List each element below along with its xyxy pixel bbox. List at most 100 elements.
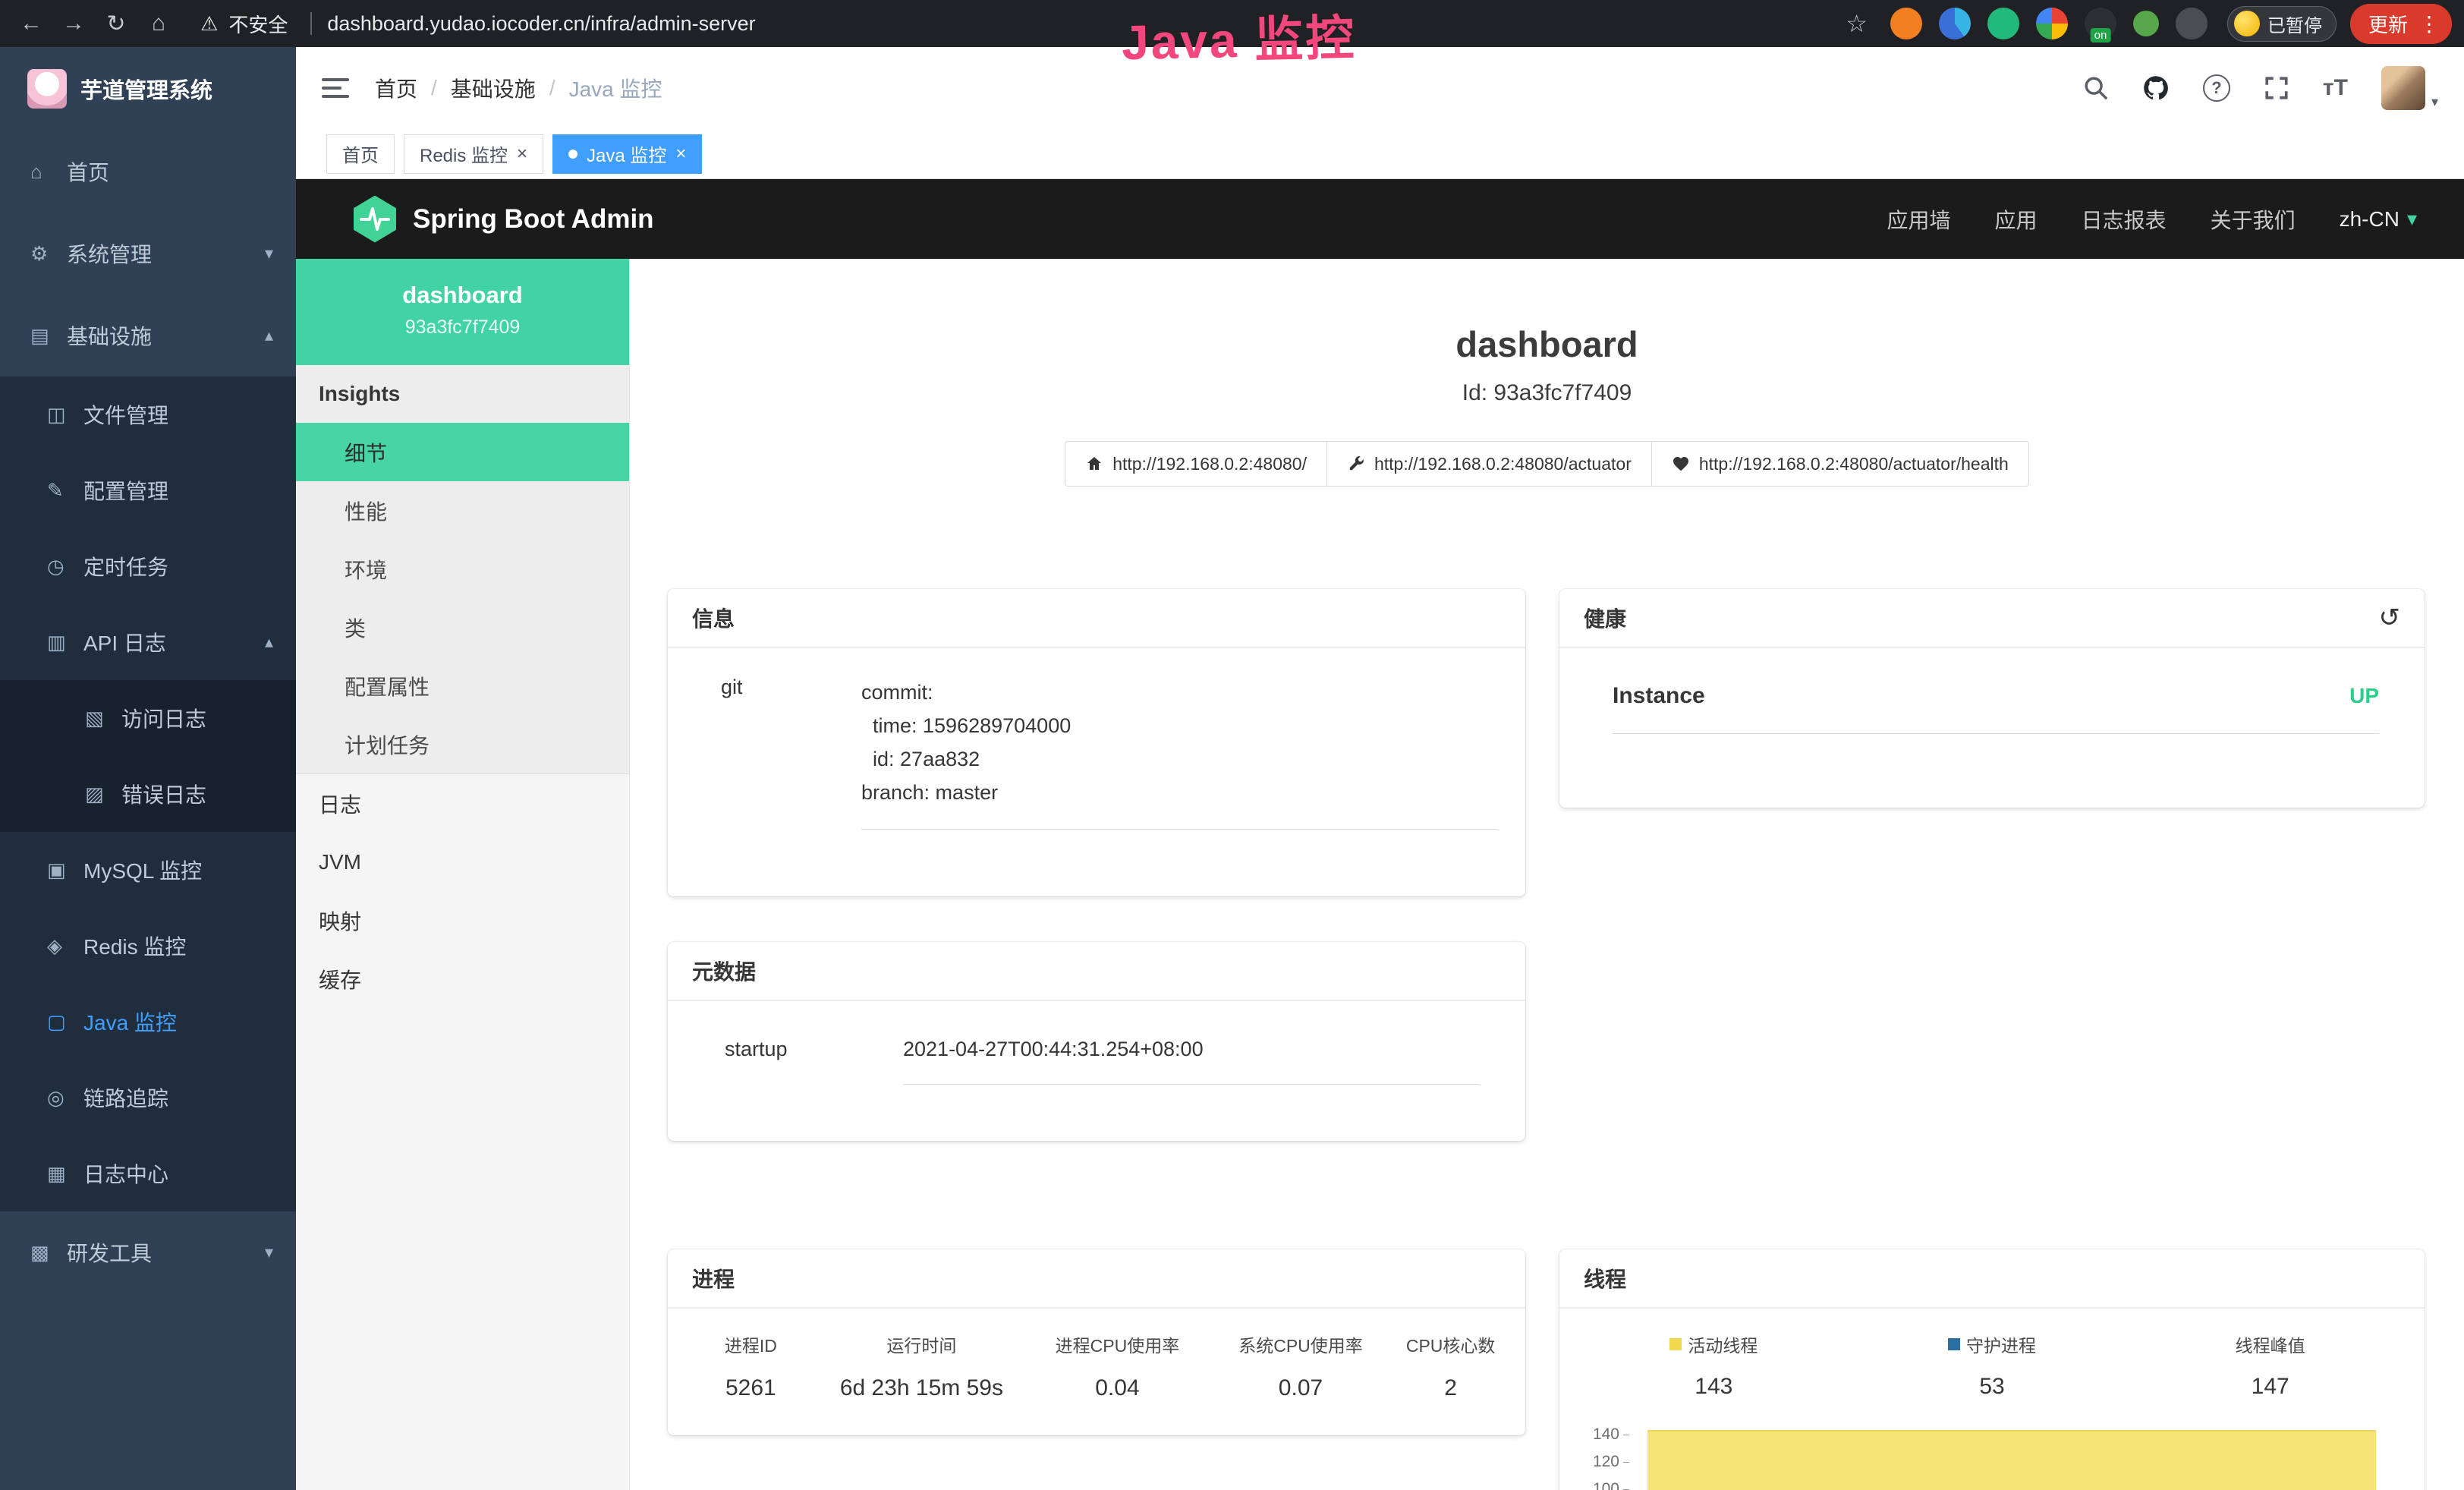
sba-nav-journal[interactable]: 日志报表: [2082, 204, 2167, 235]
sba-nav-mappings[interactable]: 映射: [296, 891, 629, 950]
infrastructure-icon: ▤: [30, 324, 67, 348]
sba-header: Spring Boot Admin 应用墙 应用 日志报表 关于我们 zh-CN…: [296, 179, 2464, 259]
sba-nav-details[interactable]: 细节: [296, 423, 629, 481]
instance-header[interactable]: dashboard 93a3fc7f7409: [296, 259, 629, 365]
tab-redis-monitor[interactable]: Redis 监控 ×: [404, 134, 543, 174]
app-window: 芋道管理系统 ⌂ 首页 ⚙ 系统管理 ▾ ▤ 基础设施 ▴ ◫ 文件管理 ✎: [0, 47, 2464, 1490]
actuator-url-button[interactable]: http://192.168.0.2:48080/actuator: [1326, 441, 1652, 487]
sba-nav-scheduled-tasks[interactable]: 计划任务: [296, 715, 629, 773]
sba-language-select[interactable]: zh-CN ▾: [2340, 207, 2417, 232]
tab-label: 首页: [342, 140, 379, 167]
sba-nav-environment[interactable]: 环境: [296, 540, 629, 598]
sba-section-insights[interactable]: Insights: [296, 365, 629, 423]
sidebar-item-mysql-monitor[interactable]: ▣ MySQL 监控: [0, 832, 296, 908]
green-leaf-extension-icon[interactable]: [2133, 11, 2159, 36]
multicolor-extension-icon[interactable]: [2036, 8, 2068, 39]
sidebar-menu: ⌂ 首页 ⚙ 系统管理 ▾ ▤ 基础设施 ▴ ◫ 文件管理 ✎ 配置管理: [0, 131, 296, 1293]
hamburger-icon[interactable]: [322, 77, 349, 99]
sidebar-item-api-logs[interactable]: ▥ API 日志 ▴: [0, 604, 296, 680]
breadcrumb-home[interactable]: 首页: [375, 73, 417, 103]
service-url-button[interactable]: http://192.168.0.2:48080/: [1065, 441, 1327, 487]
sidebar-item-log-center[interactable]: ▦ 日志中心: [0, 1136, 296, 1211]
sidebar-item-infrastructure[interactable]: ▤ 基础设施 ▴: [0, 295, 296, 376]
close-icon[interactable]: ×: [675, 143, 686, 165]
kebab-menu-icon[interactable]: ⋮: [2418, 11, 2440, 36]
sba-nav-logs[interactable]: 日志: [296, 774, 629, 833]
bookmark-star-icon[interactable]: ☆: [1846, 9, 1868, 38]
app-logo[interactable]: 芋道管理系统: [0, 47, 296, 131]
forward-icon[interactable]: →: [55, 11, 93, 36]
blue-extension-icon[interactable]: [1939, 8, 1971, 39]
orange-extension-icon[interactable]: [1890, 8, 1922, 39]
health-url-button[interactable]: http://192.168.0.2:48080/actuator/health: [1651, 441, 2029, 487]
sba-nav-metrics[interactable]: 性能: [296, 481, 629, 540]
process-pid-col: 进程ID 5261: [680, 1331, 822, 1401]
sidebar-item-dev-tools[interactable]: ▩ 研发工具 ▾: [0, 1211, 296, 1293]
close-icon[interactable]: ×: [517, 143, 527, 165]
breadcrumb: 首页 / 基础设施 / Java 监控: [375, 73, 662, 103]
sba-nav-applications[interactable]: 应用: [1995, 204, 2038, 235]
sidebar-item-scheduled-jobs[interactable]: ◷ 定时任务: [0, 528, 296, 604]
breadcrumb-infrastructure[interactable]: 基础设施: [451, 73, 536, 103]
instance-links: http://192.168.0.2:48080/ http://192.168…: [630, 441, 2464, 487]
font-size-icon[interactable]: тT: [2323, 75, 2348, 101]
sidebar-item-redis-monitor[interactable]: ◈ Redis 监控: [0, 908, 296, 984]
back-icon[interactable]: ←: [12, 11, 50, 36]
git-commit-line: commit:: [861, 676, 1498, 709]
fullscreen-icon[interactable]: [2264, 75, 2289, 101]
user-menu[interactable]: ▾: [2381, 66, 2438, 110]
chevron-up-icon: ▴: [265, 632, 273, 652]
help-icon[interactable]: ?: [2203, 74, 2230, 102]
actuator-url: http://192.168.0.2:48080/actuator: [1374, 454, 1632, 474]
process-uptime-col: 运行时间 6d 23h 15m 59s: [822, 1331, 1022, 1401]
sidebar-item-home[interactable]: ⌂ 首页: [0, 131, 296, 213]
sba-nav-wallboard[interactable]: 应用墙: [1887, 204, 1951, 235]
security-label[interactable]: 不安全: [228, 10, 288, 38]
browser-update-button[interactable]: 更新 ⋮: [2350, 4, 2452, 44]
sidebar-item-error-logs[interactable]: ▨ 错误日志: [0, 756, 296, 832]
sidebar-item-java-monitor[interactable]: ▢ Java 监控: [0, 984, 296, 1060]
browser-home-icon[interactable]: ⌂: [140, 11, 178, 36]
app-title: 芋道管理系统: [80, 73, 212, 105]
instance-id-line: Id: 93a3fc7f7409: [630, 380, 2464, 406]
green-circle-extension-icon[interactable]: [1987, 8, 2019, 39]
legend-value: 143: [1575, 1374, 1853, 1400]
search-icon[interactable]: [2083, 75, 2109, 101]
reload-icon[interactable]: ↻: [97, 11, 135, 37]
sba-brand-title[interactable]: Spring Boot Admin: [413, 204, 654, 235]
adblock-extension-icon[interactable]: on: [2085, 8, 2116, 39]
sidebar-item-tracing[interactable]: ◎ 链路追踪: [0, 1060, 296, 1136]
sba-main-content: dashboard Id: 93a3fc7f7409 http://192.16…: [630, 259, 2464, 1490]
sba-sidebar: dashboard 93a3fc7f7409 Insights 细节 性能 环境…: [296, 259, 630, 1490]
log-icon: ▥: [47, 631, 83, 654]
dark-puzzle-extension-icon[interactable]: [2176, 8, 2208, 39]
sidebar-item-label: 研发工具: [67, 1237, 152, 1268]
sba-nav-jvm[interactable]: JVM: [296, 833, 629, 891]
health-instance-row[interactable]: Instance UP: [1613, 683, 2379, 734]
metadata-card-title: 元数据: [692, 956, 756, 986]
sba-nav-about[interactable]: 关于我们: [2211, 204, 2296, 235]
sba-nav-caches[interactable]: 缓存: [296, 950, 629, 1008]
sba-nav-classes[interactable]: 类: [296, 598, 629, 657]
url-bar[interactable]: dashboard.yudao.iocoder.cn/infra/admin-s…: [327, 12, 755, 36]
threads-card-header: 线程: [1559, 1249, 2425, 1309]
threads-card-title: 线程: [1584, 1263, 1626, 1293]
sidebar-item-file-mgmt[interactable]: ◫ 文件管理: [0, 376, 296, 452]
metadata-card-header: 元数据: [668, 942, 1525, 1001]
live-threads-area-series: [1647, 1430, 2376, 1490]
tab-home[interactable]: 首页: [326, 134, 395, 174]
sidebar-item-system-mgmt[interactable]: ⚙ 系统管理 ▾: [0, 213, 296, 295]
sidebar-item-config-mgmt[interactable]: ✎ 配置管理: [0, 452, 296, 528]
health-instance-label: Instance: [1613, 683, 1705, 709]
history-icon[interactable]: ↺: [2379, 603, 2401, 633]
sidebar-item-label: 链路追踪: [83, 1082, 168, 1113]
pencil-icon: ✎: [47, 479, 83, 502]
sidebar-item-access-logs[interactable]: ▧ 访问日志: [0, 680, 296, 756]
breadcrumb-current: Java 监控: [569, 73, 662, 103]
health-card: 健康 ↺ Instance UP: [1559, 589, 2425, 808]
paused-extension-pill[interactable]: 已暂停: [2227, 6, 2337, 42]
sba-nav-config-props[interactable]: 配置属性: [296, 657, 629, 715]
github-icon[interactable]: [2142, 74, 2170, 102]
access-log-icon: ▧: [85, 707, 121, 730]
tab-java-monitor[interactable]: Java 监控 ×: [552, 134, 702, 174]
